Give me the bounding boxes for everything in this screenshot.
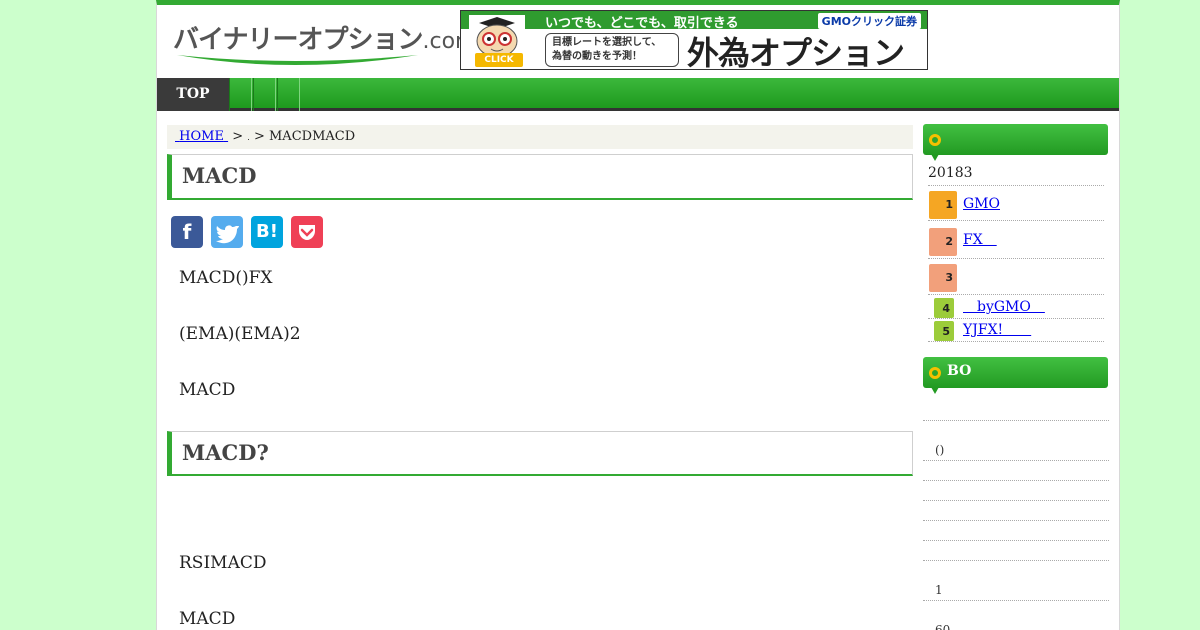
ranking-link[interactable]: FX: [963, 225, 997, 255]
bullet-ring-icon: [929, 134, 941, 146]
hatena-icon: B!: [256, 221, 278, 242]
rank-1-medal-icon: 1: [929, 191, 957, 219]
ranking-link[interactable]: GMO: [963, 189, 1000, 219]
paragraph: MACD: [179, 609, 236, 629]
nav-item[interactable]: [253, 78, 276, 111]
banner-bubble-line2: 為替の動きを予測！: [552, 51, 642, 62]
ranking-item[interactable]: 2 FX: [928, 225, 1104, 259]
page-container: バイナリーオプション.com いつでも、どこでも、取引できる GMOクリック証券…: [156, 0, 1120, 630]
bo-list-item[interactable]: [923, 521, 1109, 541]
facebook-share-button[interactable]: f: [171, 216, 203, 248]
paragraph: RSIMACD: [179, 553, 267, 573]
ranking-link[interactable]: byGMO: [963, 297, 1045, 318]
bo-list-item[interactable]: [923, 461, 1109, 481]
bo-list-item[interactable]: [923, 401, 1109, 421]
ranking-link[interactable]: YJFX!: [963, 320, 1031, 341]
rank-3-medal-icon: 3: [929, 264, 957, 292]
nav-top-link[interactable]: TOP: [157, 78, 229, 111]
breadcrumb-current: MACDMACD: [269, 129, 356, 144]
bo-list-item[interactable]: 1: [923, 581, 1109, 601]
ranking-item[interactable]: 1 GMO: [928, 189, 1104, 221]
logo-swoosh-icon: [177, 55, 418, 65]
global-nav: TOP: [157, 78, 1119, 111]
ranking-item[interactable]: 5 YJFX!: [928, 320, 1104, 342]
bo-list-item[interactable]: [923, 541, 1109, 561]
paragraph: (EMA)(EMA)2: [179, 324, 301, 344]
twitter-share-button[interactable]: [211, 216, 243, 248]
pocket-icon: [299, 225, 315, 240]
rank-2-medal-icon: 2: [929, 228, 957, 256]
bo-list-item[interactable]: (): [923, 441, 1109, 461]
bo-list-item[interactable]: 60: [923, 621, 1109, 630]
twitter-icon: [216, 225, 239, 244]
bullet-ring-icon: [929, 367, 941, 379]
nav-item[interactable]: [229, 78, 252, 111]
banner-bubble-line1: 目標レートを選択して、: [552, 37, 662, 48]
paragraph: MACD()FX: [179, 268, 273, 288]
breadcrumb-mid[interactable]: .: [247, 133, 250, 142]
banner-bubble: 目標レートを選択して、 為替の動きを予測！: [545, 33, 679, 67]
ranking-item[interactable]: 3: [928, 261, 1104, 295]
banner-big-text: 外為オプション: [687, 34, 905, 70]
hatena-bookmark-button[interactable]: B!: [251, 216, 283, 248]
rank-5-medal-icon: 5: [934, 321, 954, 341]
breadcrumb: HOME > . > MACDMACD: [167, 125, 913, 149]
sidebar-ranking-header: [923, 124, 1108, 161]
facebook-icon: f: [182, 220, 192, 244]
site-logo[interactable]: バイナリーオプション.com: [173, 19, 476, 69]
ranking-item[interactable]: 4 byGMO: [928, 297, 1104, 319]
rank-4-medal-icon: 4: [934, 298, 954, 318]
banner-click-label: CLICK: [475, 53, 523, 67]
page-title: MACD: [167, 154, 913, 200]
banner-brand: GMOクリック証券: [817, 13, 921, 29]
breadcrumb-sep: >: [232, 129, 244, 144]
breadcrumb-home-link[interactable]: HOME: [175, 129, 228, 144]
pocket-save-button[interactable]: [291, 216, 323, 248]
sidebar-bo-header: BO: [923, 357, 1108, 394]
ad-banner[interactable]: いつでも、どこでも、取引できる GMOクリック証券 CLICK 目標レートを選択…: [460, 10, 928, 70]
breadcrumb-sep: >: [253, 129, 265, 144]
nav-item[interactable]: [277, 78, 300, 111]
sidebar-bo-title: BO: [947, 363, 972, 379]
section-heading: MACD?: [167, 431, 913, 476]
bo-list-item[interactable]: [923, 481, 1109, 501]
paragraph: MACD: [179, 380, 236, 400]
bo-list-item[interactable]: [923, 501, 1109, 521]
ranking-date: 20183: [928, 160, 1104, 186]
